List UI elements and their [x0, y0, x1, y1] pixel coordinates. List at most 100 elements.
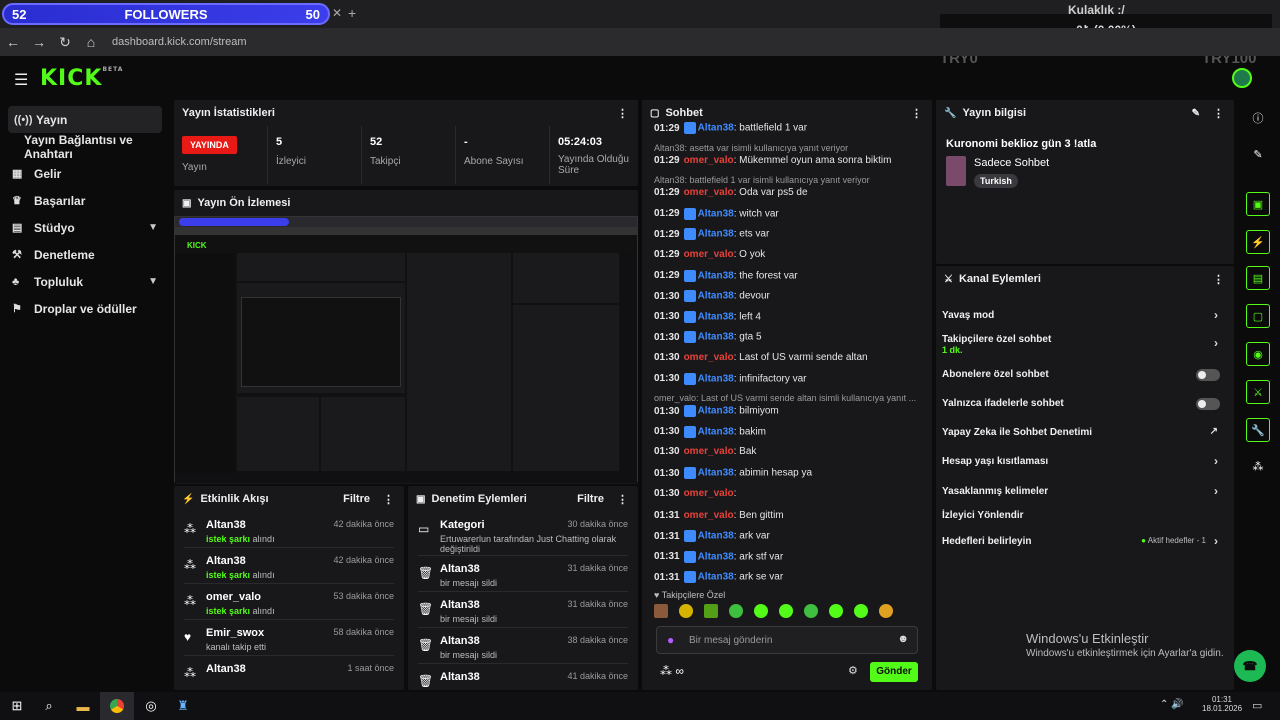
emote[interactable]	[654, 604, 668, 618]
wrench-icon[interactable]: 🔧	[1246, 418, 1270, 442]
chat-username[interactable]: Altan38	[698, 373, 734, 384]
chat-message[interactable]: 01:31 Altan38: ark var	[654, 530, 770, 543]
chat-username[interactable]: omer_valo	[684, 488, 734, 499]
chat-username[interactable]: omer_valo	[684, 446, 734, 457]
sidebar-item-studio[interactable]: ▤ Stüdyo ▼	[0, 214, 170, 241]
edit-icon[interactable]: ✎	[1246, 142, 1270, 166]
chat-username[interactable]: omer_valo	[684, 155, 734, 166]
ai-moderation-item[interactable]: Yapay Zeka ile Sohbet Denetimi ↗	[942, 426, 1228, 438]
notification-icon[interactable]: ▭	[1252, 699, 1262, 712]
sidebar-item-stream[interactable]: ((•)) Yayın	[8, 106, 162, 133]
chat-username[interactable]: omer_valo	[684, 249, 734, 260]
chat-message[interactable]: 01:30 omer_valo:	[654, 488, 736, 499]
emote[interactable]	[754, 604, 768, 618]
back-icon[interactable]: ←	[0, 34, 26, 50]
emotes-only-chat-item[interactable]: Yalnızca ifadelerle sohbet	[942, 398, 1228, 410]
more-icon[interactable]: ⋮	[617, 493, 628, 506]
slow-mode-item[interactable]: Yavaş mod ›	[942, 308, 1228, 322]
windows-start-icon[interactable]: ⊞	[0, 692, 34, 720]
mic-icon[interactable]: ●	[667, 633, 674, 647]
sidebar-item-drops[interactable]: ⚑ Droplar ve ödüller	[0, 295, 170, 322]
chat-username[interactable]: Altan38	[698, 291, 734, 302]
chat-message[interactable]: 01:31 Altan38: ark se var	[654, 571, 783, 584]
community-icon[interactable]: ⁂	[1246, 454, 1270, 478]
gear-icon[interactable]: ⚙	[848, 664, 858, 677]
new-tab-icon[interactable]: +	[348, 5, 356, 21]
chat-message[interactable]: 01:29 Altan38: the forest var	[654, 269, 798, 282]
emote[interactable]	[704, 604, 718, 618]
sidebar-item-stream-key[interactable]: Yayın Bağlantısı ve Anahtarı	[0, 133, 170, 161]
chat-username[interactable]: Altan38	[698, 332, 734, 343]
chat-input[interactable]: ● Bir mesaj gönderin ☻	[656, 626, 918, 654]
sidebar-item-achievements[interactable]: ♛ Başarılar	[0, 187, 170, 214]
emote[interactable]	[879, 604, 893, 618]
preview-icon[interactable]: ▣	[1246, 192, 1270, 216]
chat-message[interactable]: 01:30 omer_valo: Bak	[654, 446, 756, 457]
chat-message[interactable]: 01:29 omer_valo: Oda var ps5 de	[654, 187, 808, 198]
emote[interactable]	[729, 604, 743, 618]
edit-icon[interactable]: ✎	[1192, 108, 1200, 119]
chat-username[interactable]: Altan38	[698, 406, 734, 417]
stream-preview-video[interactable]: KICK	[174, 216, 638, 483]
account-age-item[interactable]: Hesap yaşı kısıtlaması ›	[942, 454, 1228, 468]
info-icon[interactable]: ⓘ	[1246, 106, 1270, 130]
host-viewers-item[interactable]: İzleyici Yönlendir	[942, 510, 1228, 521]
emote[interactable]	[854, 604, 868, 618]
more-icon[interactable]: ⋮	[383, 493, 394, 506]
broadcast-icon[interactable]: ◉	[1246, 342, 1270, 366]
more-icon[interactable]: ⋮	[1213, 107, 1224, 120]
chat-message[interactable]: 01:30 Altan38: left 4	[654, 310, 761, 323]
chat-username[interactable]: Altan38	[698, 551, 734, 562]
chat-message[interactable]: 01:30 Altan38: bakim	[654, 425, 766, 438]
chat-message[interactable]: 01:29 Altan38: witch var	[654, 207, 779, 220]
chat-username[interactable]: Altan38	[698, 426, 734, 437]
chat-username[interactable]: omer_valo	[684, 352, 734, 363]
chat-username[interactable]: Altan38	[698, 229, 734, 240]
more-icon[interactable]: ⋮	[1213, 273, 1224, 286]
filter-button[interactable]: Filtre	[577, 493, 604, 505]
chat-username[interactable]: Altan38	[698, 572, 734, 583]
followers-only-chat-item[interactable]: Takipçilere özel sohbet 1 dk. ›	[942, 334, 1228, 356]
support-chat-icon[interactable]: ☎	[1234, 650, 1266, 682]
lightning-icon[interactable]: ⚡	[1246, 230, 1270, 254]
steam-icon[interactable]: ♜	[166, 692, 200, 720]
chat-message[interactable]: 01:30 omer_valo: Last of US varmi sende a…	[654, 352, 868, 363]
chat-message[interactable]: 01:30 Altan38: bilmiyom	[654, 405, 779, 418]
sidebar-item-moderation[interactable]: ⚒ Denetleme	[0, 241, 170, 268]
clock[interactable]: 01:31 18.01.2026	[1202, 695, 1242, 713]
notes-icon[interactable]: ▤	[1246, 266, 1270, 290]
file-explorer-icon[interactable]: ▬	[66, 692, 100, 720]
sidebar-item-revenue[interactable]: ▦ Gelir	[0, 160, 170, 187]
chat-message[interactable]: 01:30 Altan38: gta 5	[654, 331, 762, 344]
chat-message[interactable]: 01:29 Altan38: ets var	[654, 228, 769, 241]
more-icon[interactable]: ⋮	[911, 107, 922, 120]
chat-username[interactable]: Altan38	[698, 468, 734, 479]
emotes-only-toggle[interactable]	[1196, 398, 1220, 410]
obs-icon[interactable]: ◎	[134, 692, 168, 720]
emote[interactable]	[779, 604, 793, 618]
home-icon[interactable]: ⌂	[78, 34, 104, 50]
avatar[interactable]	[1232, 68, 1252, 88]
search-icon[interactable]: ⌕	[32, 692, 66, 720]
subscribers-only-chat-item[interactable]: Abonelere özel sohbet	[942, 369, 1228, 381]
emote[interactable]	[804, 604, 818, 618]
forward-icon[interactable]: →	[26, 34, 52, 50]
subscribers-only-toggle[interactable]	[1196, 369, 1220, 381]
chat-username[interactable]: Altan38	[698, 208, 734, 219]
chat-message[interactable]: 01:31 Altan38: ark stf var	[654, 550, 783, 563]
chat-username[interactable]: Altan38	[698, 123, 734, 134]
chat-message[interactable]: 01:30 Altan38: infinifactory var	[654, 372, 807, 385]
banned-words-item[interactable]: Yasaklanmış kelimeler ›	[942, 484, 1228, 498]
chat-message[interactable]: 01:30 Altan38: devour	[654, 290, 770, 303]
filter-button[interactable]: Filtre	[343, 493, 370, 505]
menu-icon[interactable]: ☰	[14, 70, 28, 90]
chat-username[interactable]: omer_valo	[684, 187, 734, 198]
reload-icon[interactable]: ↻	[52, 34, 78, 51]
chat-username[interactable]: Altan38	[698, 311, 734, 322]
chat-message[interactable]: 01:29 omer_valo: Mükemmel oyun ama sonra …	[654, 155, 891, 166]
emote[interactable]	[829, 604, 843, 618]
url-text[interactable]: dashboard.kick.com/stream	[112, 36, 247, 48]
chat-username[interactable]: Altan38	[698, 270, 734, 281]
chat-message[interactable]: 01:29 omer_valo: O yok	[654, 249, 765, 260]
sidebar-item-community[interactable]: ♣ Topluluk ▼	[0, 268, 170, 295]
